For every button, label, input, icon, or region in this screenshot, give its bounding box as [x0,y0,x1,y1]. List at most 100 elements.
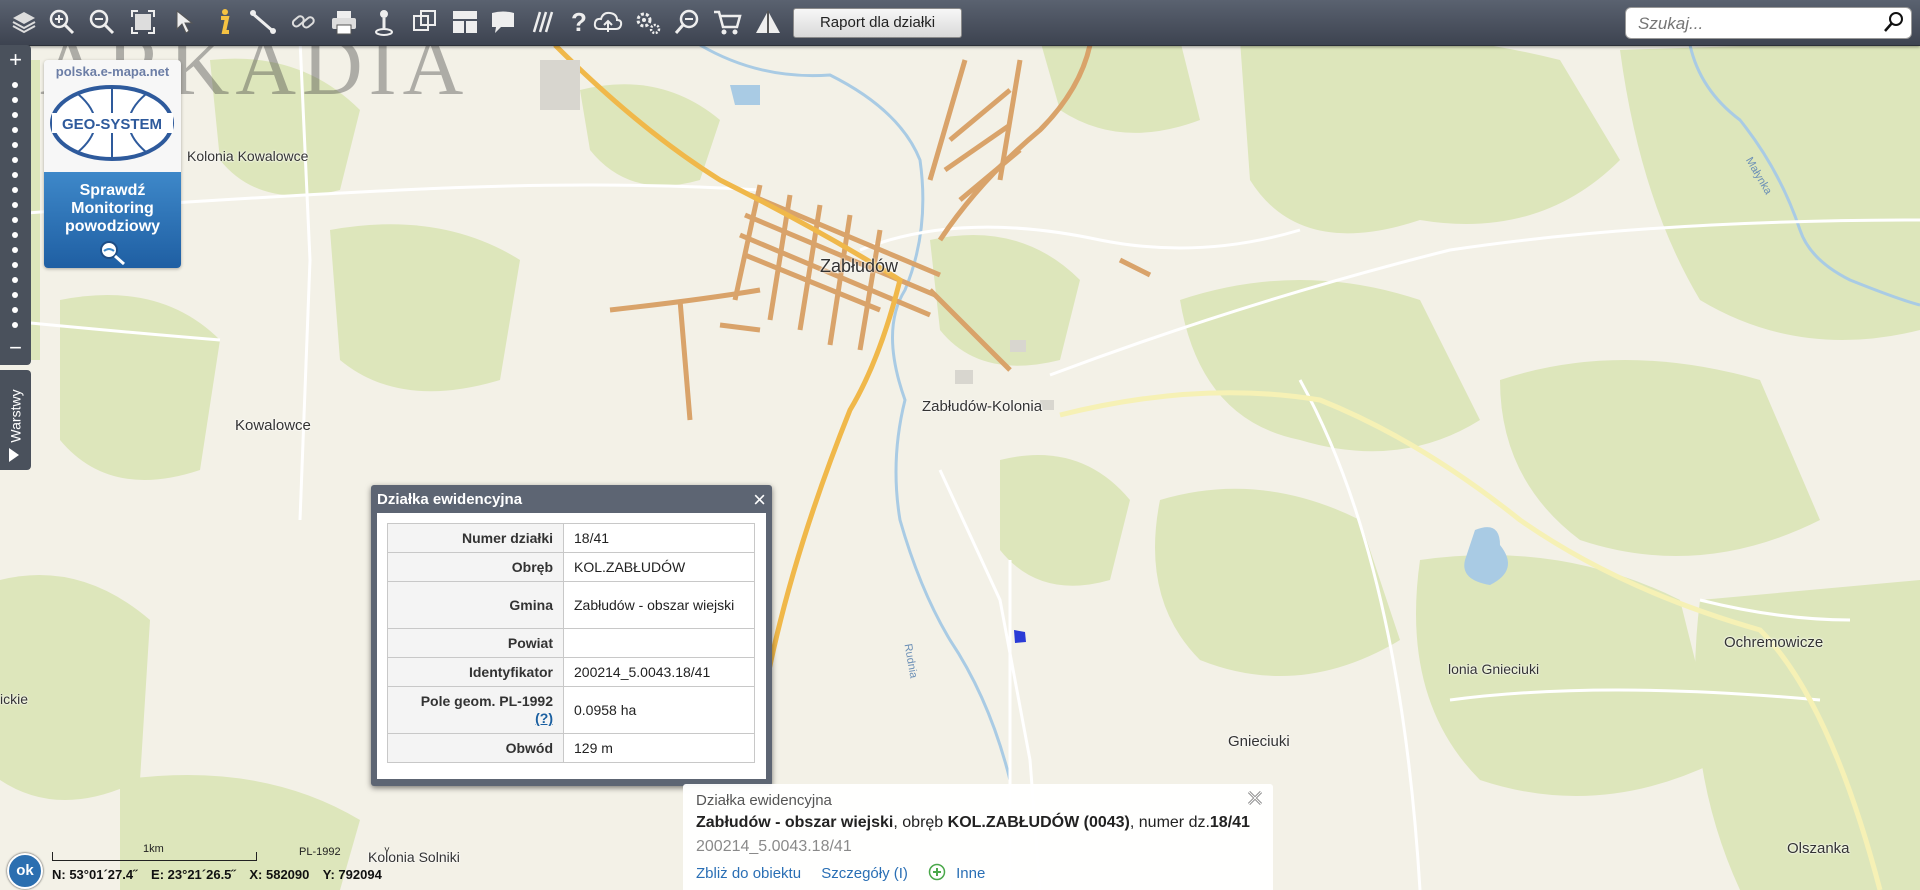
coord-n: N: 53°01´27.4˝ [52,867,138,882]
zoom-level-dot[interactable] [12,187,18,193]
popup-body: Numer działki 18/41 Obręb KOL.ZABŁUDÓW G… [377,513,766,779]
zoom-in-icon[interactable] [46,6,78,38]
map-label-left-edge: ickie [0,691,29,707]
svg-text:GEO-SYSTEM: GEO-SYSTEM [62,116,162,133]
zoom-level-dot[interactable] [12,322,18,328]
attr-label: Numer działki [387,523,564,553]
zoom-slider[interactable]: + − [0,45,31,365]
selected-parcel[interactable] [1014,630,1026,643]
plus-circle-icon[interactable] [928,863,946,881]
zoom-level-dot[interactable] [12,97,18,103]
other-actions-link[interactable]: Inne [956,865,985,882]
magnifier-zoom-icon[interactable] [672,6,704,38]
map-label-ochremowicze: Ochremowicze [1724,634,1824,651]
table-row: Obwód 129 m [387,733,755,763]
object-actions: Zbliż do obiektu Szczegóły (I) Inne [696,863,1001,882]
attr-label: Obwód [387,733,564,763]
attr-value: Zabłudów - obszar wiejski [563,581,755,629]
warning-icon[interactable] [752,6,784,38]
table-row: Powiat [387,628,755,658]
zoom-level-dot[interactable] [12,217,18,223]
speech-bubble-icon[interactable] [487,6,519,38]
attr-label-with-help: Pole geom. PL-1992 (?) [387,686,564,734]
zoom-slider-plus-button[interactable]: + [4,49,27,71]
attr-value: KOL.ZABŁUDÓW [563,552,755,582]
zoom-slider-minus-button[interactable]: − [4,337,27,359]
table-row: Numer działki 18/41 [387,523,755,553]
crs-selector[interactable]: PL-1992 [299,846,341,858]
details-link[interactable]: Szczegóły (I) [821,865,908,882]
coord-y: Y: 792094 [322,867,382,882]
attr-label: Powiat [387,628,564,658]
top-toolbar: ? Raport dla działki [0,0,1920,46]
layers-icon[interactable] [8,6,40,38]
print-icon[interactable] [328,6,360,38]
settings-icon[interactable] [632,6,664,38]
selected-object-panel: Działka ewidencyjna Zabłudów - obszar wi… [683,784,1273,890]
help-icon[interactable]: ? [563,6,595,38]
zoom-out-icon[interactable] [86,6,118,38]
flood-line-3: powodziowy [64,218,161,235]
attr-label: Identyfikator [387,657,564,687]
layers-tab-label: Warstwy [7,389,24,443]
zoom-level-dot[interactable] [12,157,18,163]
zoom-to-object-link[interactable]: Zbliż do obiektu [696,865,801,882]
zoom-level-dot[interactable] [12,112,18,118]
expand-arrow-icon [9,448,19,462]
hatch-icon[interactable] [526,6,558,38]
overlay-icon[interactable] [409,6,441,38]
logo-header: polska.e-mapa.net GEO-SYSTEM [44,60,181,172]
zoom-level-dot[interactable] [12,232,18,238]
table-row: Gmina Zabłudów - obszar wiejski [387,581,755,629]
zoom-level-dot[interactable] [12,307,18,313]
object-identifier: 200214_5.0043.18/41 [696,838,852,855]
gmina-name: Zabłudów - obszar wiejski [696,814,894,831]
zoom-level-dot[interactable] [12,277,18,283]
info-close-icon[interactable] [1245,788,1265,808]
zoom-level-dot[interactable] [12,262,18,268]
flood-monitoring-text: Sprawdź Monitoring powodziowy [44,182,181,236]
zoom-level-dot[interactable] [12,247,18,253]
zoom-extent-icon[interactable] [127,6,159,38]
search-icon[interactable] [1883,11,1905,33]
attr-label: Pole geom. PL-1992 [420,693,553,709]
map-label-zabludow-kolonia: Zabłudów-Kolonia [922,398,1043,415]
zoom-level-dot[interactable] [12,127,18,133]
popup-close-icon[interactable]: × [753,487,766,513]
cloud-upload-icon[interactable] [592,6,624,38]
parcel-attributes-table: Numer działki 18/41 Obręb KOL.ZABŁUDÓW G… [387,523,755,763]
map-canvas[interactable] [0,0,1920,890]
layers-panel-tab[interactable]: Warstwy [0,370,31,470]
measure-distance-icon[interactable] [247,6,279,38]
object-category: Działka ewidencyjna [696,792,832,809]
geo-system-logo-panel[interactable]: polska.e-mapa.net GEO-SYSTEM Sprawdź Mon… [44,60,181,268]
attr-value: 129 m [563,733,755,763]
map-pin-icon[interactable] [368,6,400,38]
zoom-level-dot[interactable] [12,202,18,208]
layout-icon[interactable] [449,6,481,38]
obreb-name: KOL.ZABŁUDÓW (0043) [947,814,1130,831]
zoom-level-dot[interactable] [12,172,18,178]
parcel-number: 18/41 [1209,814,1250,831]
search-input[interactable] [1636,11,1880,37]
raport-dla-dzialki-button[interactable]: Raport dla działki [793,8,962,38]
zoom-level-dot[interactable] [12,292,18,298]
flood-monitoring-banner[interactable]: Sprawdź Monitoring powodziowy [44,172,181,268]
magnifier-icon [100,241,125,266]
obreb-prefix: , obręb [893,814,948,831]
zoom-level-dot[interactable] [12,82,18,88]
ok-button[interactable]: ok [7,853,43,889]
zoom-level-dot[interactable] [12,142,18,148]
pointer-icon[interactable] [168,6,200,38]
map-label-kowalowce: Kowalowce [235,417,311,434]
attr-label: Gmina [387,581,564,629]
info-icon[interactable] [208,6,240,38]
search-box [1625,7,1912,39]
chevron-down-icon[interactable]: ˅ [384,845,390,856]
map-label-kolonia-solniki: Kolonia Solniki [368,849,460,865]
link-icon[interactable] [287,6,319,38]
scale-bar [52,852,257,861]
geo-system-logo: GEO-SYSTEM [50,85,174,161]
help-link[interactable]: (?) [535,710,553,726]
cart-icon[interactable] [711,6,743,38]
